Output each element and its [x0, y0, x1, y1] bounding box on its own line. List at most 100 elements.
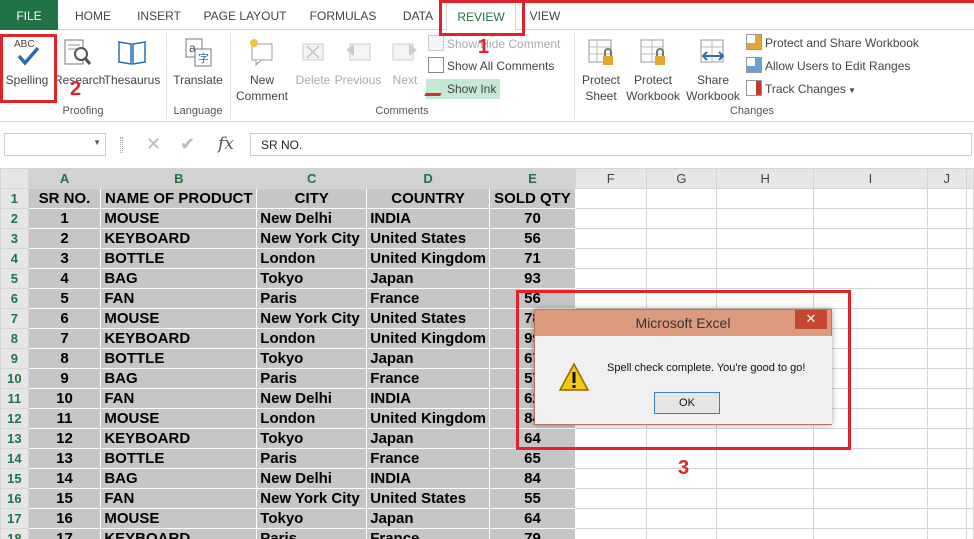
column-header-i[interactable]: I: [813, 168, 928, 189]
empty-cell[interactable]: [716, 188, 815, 209]
empty-cell[interactable]: [645, 248, 718, 269]
empty-cell[interactable]: [716, 448, 815, 469]
empty-cell[interactable]: [645, 488, 718, 509]
empty-cell[interactable]: [966, 448, 974, 469]
row-header[interactable]: 6: [0, 288, 29, 309]
header-cell[interactable]: CITY: [256, 188, 368, 209]
data-cell[interactable]: 55: [489, 488, 576, 509]
data-cell[interactable]: KEYBOARD: [100, 428, 258, 449]
show-all-comments-button[interactable]: Show All Comments: [428, 56, 554, 76]
column-header-b[interactable]: B: [100, 168, 258, 189]
data-cell[interactable]: 5: [27, 288, 102, 309]
data-cell[interactable]: FAN: [100, 488, 258, 509]
empty-cell[interactable]: [813, 228, 928, 249]
data-cell[interactable]: Japan: [366, 508, 491, 529]
row-header[interactable]: 8: [0, 328, 29, 349]
empty-cell[interactable]: [574, 448, 647, 469]
tab-insert[interactable]: INSERT: [128, 0, 190, 30]
data-cell[interactable]: Paris: [256, 368, 368, 389]
empty-cell[interactable]: [716, 468, 815, 489]
data-cell[interactable]: New York City: [256, 308, 368, 329]
data-cell[interactable]: Tokyo: [256, 348, 368, 369]
empty-cell[interactable]: [926, 328, 968, 349]
empty-cell[interactable]: [926, 228, 968, 249]
empty-cell[interactable]: [926, 268, 968, 289]
data-cell[interactable]: 6: [27, 308, 102, 329]
empty-cell[interactable]: [966, 348, 974, 369]
empty-cell[interactable]: [926, 188, 968, 209]
empty-cell[interactable]: [926, 208, 968, 229]
empty-cell[interactable]: [926, 368, 968, 389]
data-cell[interactable]: 79: [489, 528, 576, 539]
data-cell[interactable]: Tokyo: [256, 428, 368, 449]
data-cell[interactable]: London: [256, 408, 368, 429]
data-cell[interactable]: KEYBOARD: [100, 228, 258, 249]
empty-cell[interactable]: [926, 488, 968, 509]
data-cell[interactable]: 11: [27, 408, 102, 429]
empty-cell[interactable]: [645, 508, 718, 529]
empty-cell[interactable]: [813, 488, 928, 509]
empty-cell[interactable]: [574, 488, 647, 509]
data-cell[interactable]: 13: [27, 448, 102, 469]
select-all-corner[interactable]: [0, 168, 29, 189]
data-cell[interactable]: MOUSE: [100, 208, 258, 229]
data-cell[interactable]: 56: [489, 228, 576, 249]
empty-cell[interactable]: [926, 388, 968, 409]
data-cell[interactable]: 12: [27, 428, 102, 449]
tab-view[interactable]: VIEW: [522, 0, 568, 30]
cancel-icon[interactable]: ✕: [146, 134, 161, 155]
allow-users-edit-ranges-button[interactable]: Allow Users to Edit Ranges: [746, 56, 910, 76]
empty-cell[interactable]: [966, 468, 974, 489]
empty-cell[interactable]: [645, 268, 718, 289]
protect-sheet-button[interactable]: Protect Sheet: [576, 36, 626, 104]
show-hide-comment-button[interactable]: Show/Hide Comment: [428, 34, 560, 54]
empty-cell[interactable]: [716, 268, 815, 289]
data-cell[interactable]: 93: [489, 268, 576, 289]
data-cell[interactable]: INDIA: [366, 388, 491, 409]
empty-cell[interactable]: [813, 468, 928, 489]
translate-button[interactable]: a字 Translate: [170, 36, 226, 88]
row-header[interactable]: 15: [0, 468, 29, 489]
tab-page-layout[interactable]: PAGE LAYOUT: [196, 0, 294, 30]
data-cell[interactable]: MOUSE: [100, 308, 258, 329]
empty-cell[interactable]: [926, 428, 968, 449]
row-header[interactable]: 9: [0, 348, 29, 369]
data-cell[interactable]: United States: [366, 228, 491, 249]
empty-cell[interactable]: [716, 228, 815, 249]
empty-cell[interactable]: [966, 388, 974, 409]
empty-cell[interactable]: [574, 468, 647, 489]
empty-cell[interactable]: [966, 248, 974, 269]
track-changes-button[interactable]: Track Changes ▼: [746, 79, 856, 99]
empty-cell[interactable]: [574, 528, 647, 539]
tab-home[interactable]: HOME: [64, 0, 122, 30]
row-header[interactable]: 16: [0, 488, 29, 509]
empty-cell[interactable]: [966, 368, 974, 389]
row-header[interactable]: 4: [0, 248, 29, 269]
column-header-extra[interactable]: [966, 168, 974, 189]
column-header-j[interactable]: J: [926, 168, 968, 189]
row-header[interactable]: 7: [0, 308, 29, 329]
empty-cell[interactable]: [966, 328, 974, 349]
formula-input[interactable]: SR NO.: [250, 133, 972, 156]
tab-data[interactable]: DATA: [394, 0, 442, 30]
protect-and-share-button[interactable]: Protect and Share Workbook: [746, 33, 919, 53]
data-cell[interactable]: 2: [27, 228, 102, 249]
data-cell[interactable]: France: [366, 368, 491, 389]
delete-comment-button[interactable]: Delete: [292, 36, 334, 88]
name-box[interactable]: ▼: [4, 133, 106, 156]
protect-workbook-button[interactable]: Protect Workbook: [624, 36, 682, 104]
empty-cell[interactable]: [645, 208, 718, 229]
insert-function-icon[interactable]: fx: [218, 134, 234, 154]
row-header[interactable]: 1: [0, 188, 29, 209]
row-header[interactable]: 10: [0, 368, 29, 389]
thesaurus-button[interactable]: Thesaurus: [102, 36, 162, 88]
data-cell[interactable]: INDIA: [366, 468, 491, 489]
ok-button[interactable]: OK: [654, 392, 720, 414]
empty-cell[interactable]: [813, 528, 928, 539]
previous-comment-button[interactable]: Previous: [334, 36, 382, 88]
row-header[interactable]: 3: [0, 228, 29, 249]
data-cell[interactable]: 9: [27, 368, 102, 389]
empty-cell[interactable]: [966, 208, 974, 229]
data-cell[interactable]: New York City: [256, 228, 368, 249]
empty-cell[interactable]: [813, 508, 928, 529]
